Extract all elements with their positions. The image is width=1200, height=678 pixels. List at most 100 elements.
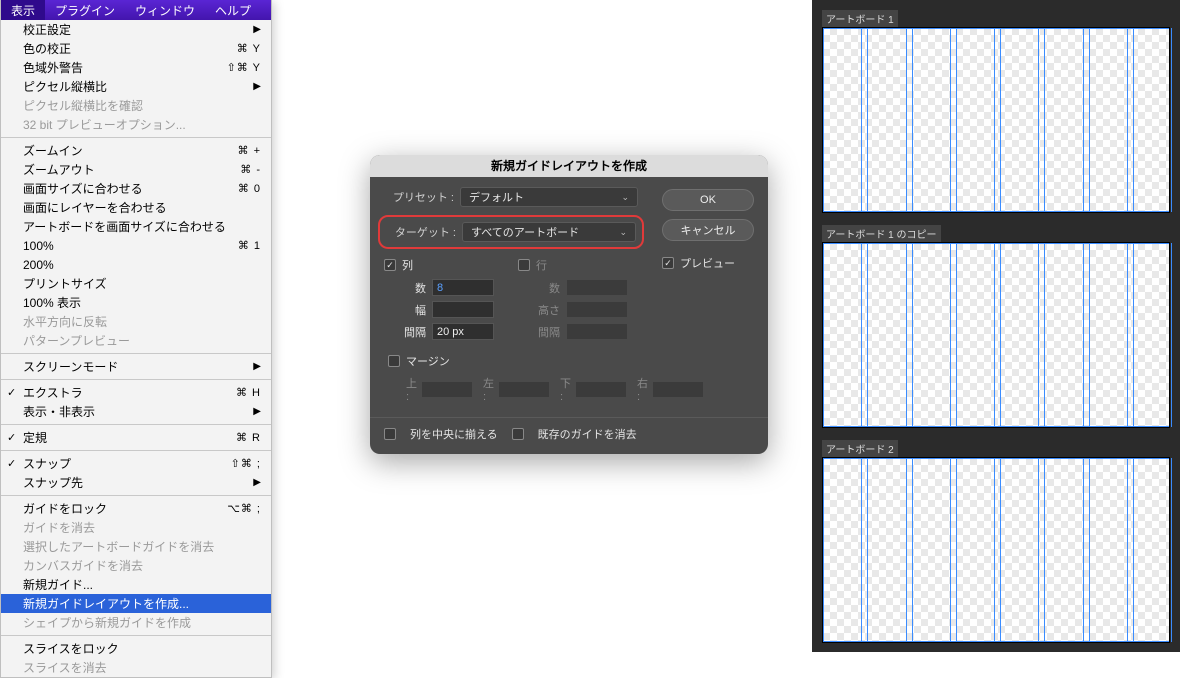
- guide-vertical: [1127, 28, 1128, 212]
- margin-checkbox[interactable]: [388, 355, 400, 367]
- artboard[interactable]: [822, 457, 1170, 643]
- menu-item-label: 新規ガイドレイアウトを作成...: [23, 595, 189, 612]
- menu-shortcut: ⌘ -: [240, 163, 261, 176]
- artboard-wrap: アートボード 1: [822, 10, 1170, 213]
- menu-item-label: ピクセル縦横比: [23, 78, 107, 95]
- clear-guides-checkbox[interactable]: [512, 428, 524, 440]
- guide-vertical: [1089, 243, 1090, 427]
- preset-select[interactable]: デフォルト ⌄: [460, 187, 638, 207]
- menu-item: 水平方向に反転: [1, 312, 271, 331]
- menu-item[interactable]: 新規ガイドレイアウトを作成...: [1, 594, 271, 613]
- target-select[interactable]: すべてのアートボード ⌄: [462, 222, 636, 242]
- guide-vertical: [912, 243, 913, 427]
- guide-vertical: [1083, 458, 1084, 642]
- menu-item[interactable]: 色域外警告⇧⌘ Y: [1, 58, 271, 77]
- menu-item-label: スナップ先: [23, 474, 83, 491]
- menu-item-label: 色域外警告: [23, 59, 83, 76]
- menu-shortcut: ⌘ 1: [238, 239, 261, 252]
- guide-vertical: [1171, 243, 1172, 427]
- menubar-item-view[interactable]: 表示: [1, 0, 45, 20]
- menubar-item-help[interactable]: ヘルプ: [205, 0, 261, 20]
- menubar-item-window[interactable]: ウィンドウ: [125, 0, 205, 20]
- canvas-preview: アートボード 1 アートボード 1 のコピーアートボード 2: [812, 0, 1180, 652]
- menu-item[interactable]: 100%⌘ 1: [1, 236, 271, 255]
- menu-item[interactable]: ズームイン⌘ +: [1, 141, 271, 160]
- cancel-button[interactable]: キャンセル: [662, 219, 754, 241]
- margin-head-label: マージン: [406, 353, 450, 369]
- artboard-wrap: アートボード 2: [822, 440, 1170, 643]
- columns-group: 列 数 幅 間隔: [384, 257, 504, 345]
- menu-item[interactable]: スライスをロック: [1, 639, 271, 658]
- menu-item[interactable]: 表示・非表示▶: [1, 402, 271, 421]
- col-gutter-input[interactable]: [432, 323, 494, 340]
- rows-checkbox[interactable]: [518, 259, 530, 271]
- menu-item[interactable]: ガイドをロック⌥⌘ ;: [1, 499, 271, 518]
- guide-vertical: [861, 243, 862, 427]
- menu-item[interactable]: 100% 表示: [1, 293, 271, 312]
- menu-item[interactable]: ピクセル縦横比 ▶: [1, 77, 271, 96]
- guide-horizontal: [823, 28, 1169, 29]
- menu-item-label: スナップ: [23, 455, 71, 472]
- target-row-highlight: ターゲット : すべてのアートボード ⌄: [378, 215, 644, 249]
- menu-item[interactable]: ✓定規⌘ R: [1, 428, 271, 447]
- menu-item[interactable]: プリントサイズ: [1, 274, 271, 293]
- menu-separator: [1, 379, 271, 380]
- menu-separator: [1, 424, 271, 425]
- artboard-label: アートボード 1 のコピー: [822, 225, 941, 242]
- guide-vertical: [1133, 458, 1134, 642]
- menu-item[interactable]: 画面にレイヤーを合わせる: [1, 198, 271, 217]
- artboard-label: アートボード 1: [822, 10, 898, 27]
- margin-right-label: 右 :: [637, 375, 648, 403]
- artboard-wrap: アートボード 1 のコピー: [822, 225, 1170, 428]
- menu-item-label: ズームイン: [23, 142, 83, 159]
- artboard[interactable]: [822, 242, 1170, 428]
- menu-item: カンバスガイドを消去: [1, 556, 271, 575]
- menu-item-label: 200%: [23, 258, 54, 272]
- menu-item[interactable]: 200%: [1, 255, 271, 274]
- guide-vertical: [1083, 28, 1084, 212]
- menu-item[interactable]: 校正設定▶: [1, 20, 271, 39]
- ok-button[interactable]: OK: [662, 189, 754, 211]
- guide-vertical: [956, 243, 957, 427]
- guide-vertical: [912, 458, 913, 642]
- menu-item-label: スクリーンモード: [23, 358, 118, 375]
- col-count-label: 数: [402, 280, 432, 296]
- menu-item[interactable]: ✓スナップ⇧⌘ ;: [1, 454, 271, 473]
- submenu-arrow-icon: ▶: [253, 81, 261, 92]
- menu-item[interactable]: ✓エクストラ⌘ H: [1, 383, 271, 402]
- guide-vertical: [906, 28, 907, 212]
- guide-vertical: [994, 28, 995, 212]
- menu-item[interactable]: スナップ先▶: [1, 473, 271, 492]
- menu-item-label: プリントサイズ: [23, 275, 107, 292]
- menu-item[interactable]: 新規ガイド...: [1, 575, 271, 594]
- col-width-input[interactable]: [432, 301, 494, 318]
- guide-horizontal: [823, 458, 1169, 459]
- preview-checkbox[interactable]: [662, 257, 674, 269]
- menu-item-label: スライスを消去: [23, 659, 107, 676]
- columns-head-label: 列: [402, 257, 413, 273]
- menu-item-label: エクストラ: [23, 384, 83, 401]
- col-width-label: 幅: [402, 302, 432, 318]
- guide-vertical: [1044, 458, 1045, 642]
- menu-item[interactable]: アートボードを画面サイズに合わせる: [1, 217, 271, 236]
- menu-item[interactable]: 画面サイズに合わせる⌘ 0: [1, 179, 271, 198]
- chevron-down-icon: ⌄: [619, 227, 627, 238]
- margin-left-label: 左 :: [483, 375, 494, 403]
- guide-vertical: [956, 28, 957, 212]
- guide-vertical: [994, 243, 995, 427]
- guide-vertical: [994, 458, 995, 642]
- guide-vertical: [1127, 458, 1128, 642]
- columns-checkbox[interactable]: [384, 259, 396, 271]
- margin-left-input: [498, 381, 550, 398]
- margin-bottom-label: 下 :: [560, 375, 571, 403]
- menu-item[interactable]: 色の校正⌘ Y: [1, 39, 271, 58]
- center-cols-checkbox[interactable]: [384, 428, 396, 440]
- menu-shortcut: ⌘ H: [236, 386, 261, 399]
- guide-vertical: [1083, 243, 1084, 427]
- menu-item[interactable]: ズームアウト⌘ -: [1, 160, 271, 179]
- guide-horizontal: [823, 641, 1169, 642]
- menu-item[interactable]: スクリーンモード▶: [1, 357, 271, 376]
- col-count-input[interactable]: [432, 279, 494, 296]
- menubar-item-plugins[interactable]: プラグイン: [45, 0, 125, 20]
- artboard[interactable]: [822, 27, 1170, 213]
